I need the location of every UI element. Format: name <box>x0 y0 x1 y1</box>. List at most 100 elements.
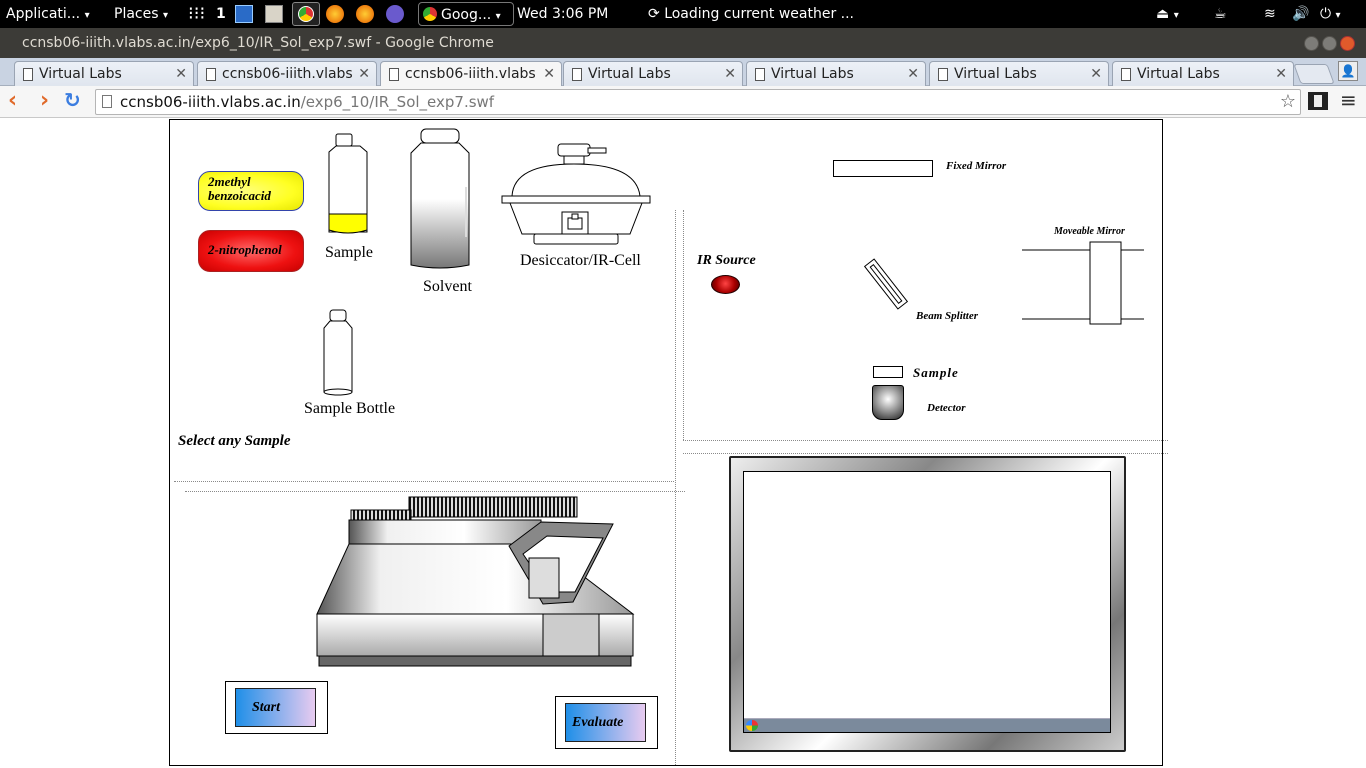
url-host: ccnsb06-iiith.vlabs.ac.in <box>120 93 301 111</box>
minimize-button[interactable] <box>1304 36 1319 51</box>
google-task-button[interactable]: Goog... ▾ <box>418 2 514 26</box>
divider-left-2 <box>185 491 685 492</box>
close-icon[interactable]: ✕ <box>543 62 555 86</box>
sample-bottle-label: Sample Bottle <box>304 400 396 417</box>
tab-label: Virtual Labs <box>954 66 1037 82</box>
browser-toolbar: ‹ › ↻ ccnsb06-iiith.vlabs.ac.in/exp6_10/… <box>0 86 1366 118</box>
tab-label: Virtual Labs <box>588 66 671 82</box>
applications-menu[interactable]: Applicati... ▾ <box>6 0 90 28</box>
divider-vertical-2 <box>683 210 684 440</box>
weather-indicator[interactable]: ⟳ Loading current weather ... <box>648 0 854 28</box>
sample-path-label: Sample <box>913 365 959 380</box>
firefox-icon-2[interactable] <box>356 5 374 23</box>
close-icon[interactable]: ✕ <box>358 62 370 86</box>
tab-label: ccnsb06-iiith.vlabs <box>222 66 353 82</box>
ir-source-label: IR Source <box>697 253 756 268</box>
evaluate-button[interactable]: Evaluate <box>555 696 658 749</box>
chrome-launcher[interactable] <box>292 2 320 26</box>
tab-ccnsb06-1[interactable]: ccnsb06-iiith.vlabs ✕ <box>197 61 377 87</box>
output-monitor <box>729 456 1126 752</box>
profile-icon[interactable]: 👤 <box>1338 61 1358 81</box>
weather-label: Loading current weather ... <box>664 6 855 22</box>
menu-icon[interactable]: ≡ <box>1340 88 1357 112</box>
new-tab-button[interactable] <box>1293 64 1335 84</box>
start-button[interactable]: Start <box>225 681 328 734</box>
address-bar[interactable]: ccnsb06-iiith.vlabs.ac.in/exp6_10/IR_Sol… <box>95 89 1301 115</box>
window-title: ccnsb06-iiith.vlabs.ac.in/exp6_10/IR_Sol… <box>22 35 494 51</box>
flash-stage[interactable]: 2methyl benzoicacid 2-nitrophenol Sample… <box>169 119 1168 766</box>
page-icon <box>938 68 948 81</box>
places-label: Places <box>114 6 159 22</box>
tab-virtual-labs-2[interactable]: Virtual Labs ✕ <box>563 61 743 87</box>
clock[interactable]: Wed 3:06 PM <box>517 0 608 28</box>
solvent-bottle[interactable] <box>408 127 472 272</box>
places-menu[interactable]: Places ▾ <box>114 0 168 28</box>
wifi-icon[interactable]: ≋ <box>1264 0 1276 28</box>
chemical-2nitrophenol[interactable]: 2-nitrophenol <box>198 230 304 272</box>
detector <box>872 385 904 420</box>
chrome-icon <box>298 6 314 22</box>
url-path: /exp6_10/IR_Sol_exp7.swf <box>300 93 495 111</box>
fixed-mirror <box>833 160 933 177</box>
page-icon <box>23 68 33 81</box>
page-icon <box>572 68 582 81</box>
eclipse-icon[interactable] <box>386 5 404 23</box>
close-icon[interactable]: ✕ <box>907 62 919 86</box>
divider-right <box>683 440 1168 441</box>
chemical-2-label: 2-nitrophenol <box>208 242 282 257</box>
coffee-icon[interactable]: ☕ <box>1214 0 1227 28</box>
film-frame <box>1314 95 1322 107</box>
top-panel: Applicati... ▾ Places ▾ ⁝⁝⁝ 1 Goog... ▾ … <box>0 0 1366 28</box>
divider-left <box>174 481 674 482</box>
bookmark-star-icon[interactable]: ☆ <box>1280 90 1296 114</box>
tab-ccnsb06-active[interactable]: ccnsb06-iiith.vlabs ✕ <box>380 61 562 87</box>
close-icon[interactable]: ✕ <box>1275 62 1287 86</box>
workspace-indicator[interactable]: 1 <box>216 0 226 28</box>
tab-label: Virtual Labs <box>1137 66 1220 82</box>
desktop-icon[interactable] <box>235 5 253 23</box>
volume-icon[interactable]: 🔊 <box>1292 0 1309 28</box>
maximize-button[interactable] <box>1322 36 1337 51</box>
monitor-screen <box>743 471 1111 733</box>
window-titlebar[interactable]: ccnsb06-iiith.vlabs.ac.in/exp6_10/IR_Sol… <box>0 28 1366 58</box>
firefox-icon[interactable] <box>326 5 344 23</box>
close-icon[interactable]: ✕ <box>1090 62 1102 86</box>
tab-virtual-labs-3[interactable]: Virtual Labs ✕ <box>746 61 926 87</box>
page-icon <box>755 68 765 81</box>
tab-virtual-labs-1[interactable]: Virtual Labs ✕ <box>14 61 194 87</box>
close-icon[interactable]: ✕ <box>724 62 736 86</box>
sample-bottle-filled[interactable] <box>323 132 373 237</box>
ir-spectrometer[interactable] <box>313 494 638 672</box>
sample-bottle-empty[interactable] <box>320 308 356 398</box>
select-sample-prompt: Select any Sample <box>178 433 291 449</box>
desiccator-label: Desiccator/IR-Cell <box>520 252 641 269</box>
divider-vertical <box>675 210 676 765</box>
applications-label: Applicati... <box>6 6 81 22</box>
detector-label: Detector <box>927 402 966 414</box>
beam-splitter <box>863 258 909 310</box>
tab-label: Virtual Labs <box>771 66 854 82</box>
evaluate-label: Evaluate <box>565 703 646 742</box>
divider-right-2 <box>683 453 1168 454</box>
start-label: Start <box>235 688 316 727</box>
sample-label: Sample <box>325 244 373 261</box>
apps-grid-icon[interactable]: ⁝⁝⁝ <box>188 0 205 28</box>
desiccator-ir-cell[interactable] <box>500 140 656 248</box>
chemical-2methylbenzoicacid[interactable]: 2methyl benzoicacid <box>198 171 304 211</box>
forward-button[interactable]: › <box>40 88 49 113</box>
eject-icon[interactable]: ⏏ ▾ <box>1156 0 1179 28</box>
tab-virtual-labs-5[interactable]: Virtual Labs ✕ <box>1112 61 1294 87</box>
refresh-icon: ⟳ <box>648 6 660 22</box>
extension-film-icon[interactable] <box>1308 92 1328 110</box>
calculator-icon[interactable] <box>265 5 283 23</box>
page-icon <box>389 68 399 81</box>
beam-splitter-label: Beam Splitter <box>916 310 979 322</box>
start-orb-icon <box>746 720 758 731</box>
reload-button[interactable]: ↻ <box>64 88 81 112</box>
moveable-mirror <box>1022 241 1144 325</box>
tab-virtual-labs-4[interactable]: Virtual Labs ✕ <box>929 61 1109 87</box>
close-icon[interactable]: ✕ <box>175 62 187 86</box>
close-window-button[interactable] <box>1340 36 1355 51</box>
power-icon[interactable]: ⏻ ▾ <box>1320 0 1341 28</box>
back-button[interactable]: ‹ <box>8 88 17 113</box>
